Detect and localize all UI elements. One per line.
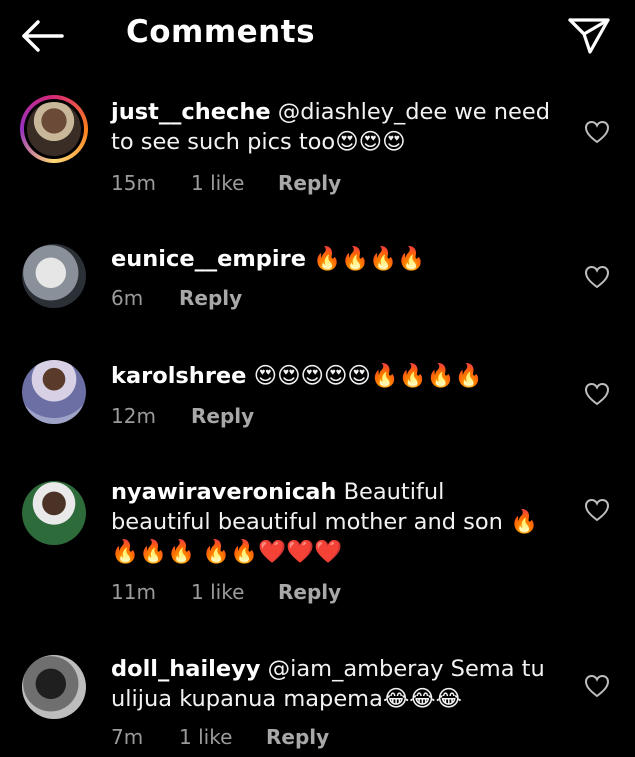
like-button[interactable] (584, 498, 610, 522)
avatar-image (22, 244, 86, 308)
comment-item: just__cheche @diashley_dee we need to se… (0, 95, 635, 205)
comment-time: 12m (111, 404, 156, 428)
avatar[interactable] (20, 653, 88, 721)
comment-username[interactable]: eunice__empire (111, 246, 306, 272)
comment-item: doll_haileyy @iam_amberay Sema tu ulijua… (0, 651, 635, 757)
heart-icon (584, 120, 610, 144)
reply-button[interactable]: Reply (191, 404, 254, 428)
page-title: Comments (126, 14, 316, 50)
back-button[interactable] (20, 18, 66, 54)
comment-body: 😍😍😍😍😍🔥🔥🔥🔥 (253, 363, 483, 389)
comment-body: 🔥🔥🔥🔥 (313, 246, 426, 272)
comment-time: 15m (111, 171, 156, 195)
comment-likes[interactable]: 1 like (191, 580, 244, 604)
share-button[interactable] (566, 16, 612, 56)
arrow-left-icon (22, 20, 64, 52)
comment-username[interactable]: just__cheche (111, 99, 271, 125)
comment-item: nyawiraveronicah Beautiful beautiful bea… (0, 476, 635, 606)
comment-likes[interactable]: 1 like (179, 725, 232, 749)
like-button[interactable] (584, 382, 610, 406)
like-button[interactable] (584, 265, 610, 289)
reply-button[interactable]: Reply (278, 171, 341, 195)
comment-likes[interactable]: 1 like (191, 171, 244, 195)
comment-item: eunice__empire 🔥🔥🔥🔥 6m Reply (0, 240, 635, 315)
comment-item: karolshree 😍😍😍😍😍🔥🔥🔥🔥 12m Reply (0, 358, 635, 433)
heart-icon (584, 674, 610, 698)
reply-button[interactable]: Reply (179, 286, 242, 310)
comment-time: 7m (111, 725, 144, 749)
avatar[interactable] (20, 479, 88, 547)
avatar-image (22, 360, 86, 424)
heart-icon (584, 382, 610, 406)
avatar[interactable] (20, 242, 88, 310)
heart-icon (584, 498, 610, 522)
like-button[interactable] (584, 674, 610, 698)
avatar[interactable] (20, 95, 88, 163)
comment-username[interactable]: nyawiraveronicah (111, 479, 336, 505)
avatar[interactable] (20, 358, 88, 426)
reply-button[interactable]: Reply (266, 725, 329, 749)
heart-icon (584, 265, 610, 289)
comment-text: eunice__empire 🔥🔥🔥🔥 (111, 244, 551, 274)
comment-text: just__cheche @diashley_dee we need to se… (111, 97, 551, 157)
comments-header: Comments (0, 0, 635, 72)
like-button[interactable] (584, 120, 610, 144)
avatar-image (27, 102, 81, 156)
comment-mention[interactable]: @iam_amberay (268, 656, 444, 682)
comment-text: doll_haileyy @iam_amberay Sema tu ulijua… (111, 654, 551, 714)
comment-username[interactable]: karolshree (111, 363, 246, 389)
avatar-image (22, 655, 86, 719)
comment-time: 6m (111, 286, 144, 310)
reply-button[interactable]: Reply (278, 580, 341, 604)
avatar-image (22, 481, 86, 545)
paper-plane-icon (568, 18, 610, 54)
comment-time: 11m (111, 580, 156, 604)
comment-text: karolshree 😍😍😍😍😍🔥🔥🔥🔥 (111, 361, 551, 391)
comment-username[interactable]: doll_haileyy (111, 656, 260, 682)
comment-mention[interactable]: @diashley_dee (278, 99, 447, 125)
comment-text: nyawiraveronicah Beautiful beautiful bea… (111, 477, 551, 567)
